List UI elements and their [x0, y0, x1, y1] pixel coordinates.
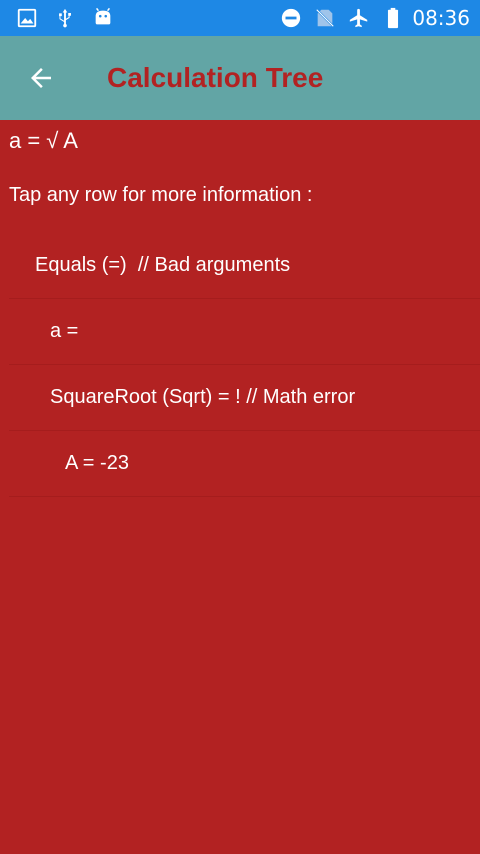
back-button[interactable] [13, 50, 69, 106]
status-bar: 08:36 [0, 0, 480, 36]
hint-text: Tap any row for more information : [9, 184, 313, 206]
expression-text: a = √ A [9, 128, 78, 153]
airplane-icon [348, 7, 370, 29]
page-title: Calculation Tree [107, 62, 324, 93]
image-icon [16, 7, 38, 29]
tree-row[interactable]: Equals (=) // Bad arguments [9, 233, 480, 299]
do-not-disturb-icon [280, 7, 302, 29]
status-left-icons [16, 7, 114, 29]
no-sim-icon [314, 7, 336, 29]
tree-row[interactable]: a = [9, 299, 480, 365]
status-right-icons: 08:36 [280, 6, 470, 30]
usb-icon [54, 7, 76, 29]
battery-icon [382, 7, 404, 29]
app-bar: Calculation Tree [0, 36, 480, 120]
status-time: 08:36 [412, 6, 470, 30]
arrow-back-icon [31, 68, 51, 88]
tree-row[interactable]: SquareRoot (Sqrt) = ! // Math error [9, 365, 480, 431]
android-icon [92, 7, 114, 29]
calculation-tree-list: Equals (=) // Bad arguments a = SquareRo… [9, 233, 480, 497]
tree-row[interactable]: A = -23 [9, 431, 480, 497]
